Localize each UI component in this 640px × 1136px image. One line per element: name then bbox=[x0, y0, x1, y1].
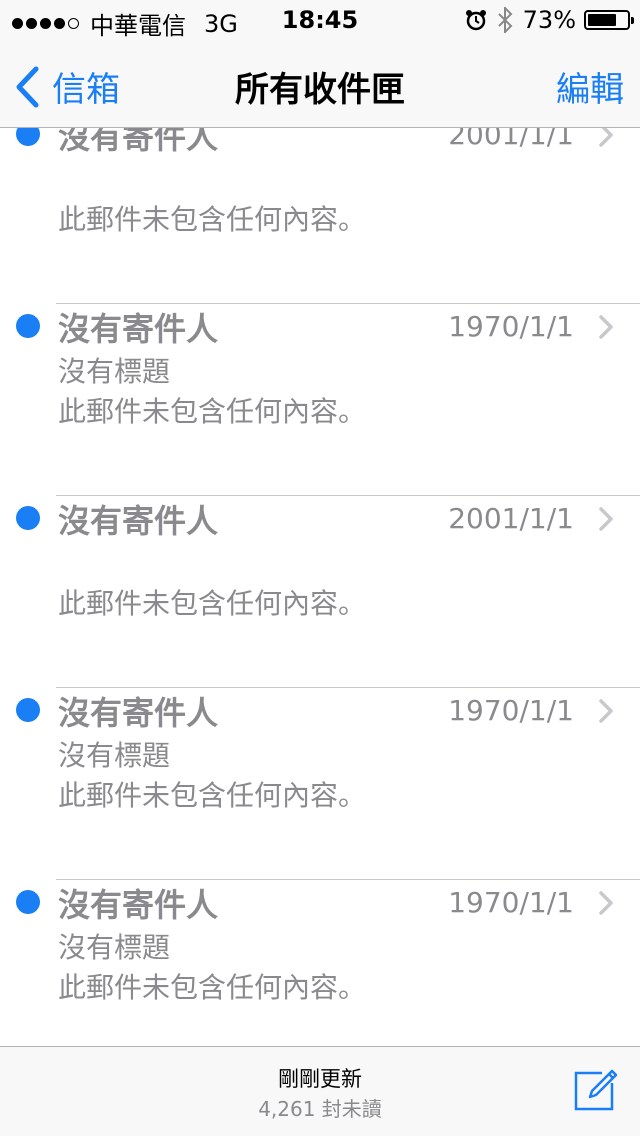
mail-list-item[interactable]: 沒有寄件人 2001/1/1 此郵件未包含任何內容。 bbox=[0, 128, 640, 304]
compose-icon[interactable] bbox=[572, 1067, 618, 1113]
battery-percent: 73% bbox=[522, 6, 576, 34]
chevron-right-icon bbox=[599, 891, 613, 915]
mail-list-item[interactable]: 沒有寄件人 1970/1/1 沒有標題 此郵件未包含任何內容。 bbox=[0, 880, 640, 1046]
chevron-right-icon bbox=[599, 128, 613, 147]
mail-sender: 沒有寄件人 bbox=[58, 502, 219, 540]
mail-sender: 沒有寄件人 bbox=[58, 128, 219, 156]
unread-indicator bbox=[16, 314, 40, 338]
mail-subject: 沒有標題 bbox=[58, 739, 171, 772]
chevron-right-icon bbox=[599, 699, 613, 723]
bluetooth-icon bbox=[497, 7, 513, 33]
updated-status: 剛剛更新 bbox=[278, 1067, 362, 1091]
battery-level bbox=[588, 14, 616, 26]
page-title: 所有收件匣 bbox=[235, 70, 405, 110]
navigation-bar: 信箱 所有收件匣 編輯 bbox=[0, 40, 640, 128]
alarm-clock-icon bbox=[465, 10, 486, 31]
status-right: 73% bbox=[465, 6, 634, 34]
battery-icon bbox=[584, 10, 634, 30]
status-bar: 中華電信 3G 18:45 73% bbox=[0, 0, 640, 40]
chevron-right-icon bbox=[599, 315, 613, 339]
mail-list-item[interactable]: 沒有寄件人 1970/1/1 沒有標題 此郵件未包含任何內容。 bbox=[0, 688, 640, 880]
mail-list-item[interactable]: 沒有寄件人 1970/1/1 沒有標題 此郵件未包含任何內容。 bbox=[0, 304, 640, 496]
mail-subject: 沒有標題 bbox=[58, 355, 171, 388]
mail-sender: 沒有寄件人 bbox=[58, 694, 219, 732]
mail-list[interactable]: 沒有寄件人 2001/1/1 此郵件未包含任何內容。 沒有寄件人 1970/1/… bbox=[0, 128, 640, 1046]
mail-date: 1970/1/1 bbox=[448, 886, 574, 919]
mail-subject: 沒有標題 bbox=[58, 931, 171, 964]
mail-preview: 此郵件未包含任何內容。 bbox=[58, 395, 367, 428]
bottom-toolbar: 剛剛更新 4,261 封未讀 bbox=[0, 1046, 640, 1136]
mail-list-item[interactable]: 沒有寄件人 2001/1/1 此郵件未包含任何內容。 bbox=[0, 496, 640, 688]
mail-date: 1970/1/1 bbox=[448, 310, 574, 343]
chevron-right-icon bbox=[599, 507, 613, 531]
unread-indicator bbox=[16, 890, 40, 914]
mail-preview: 此郵件未包含任何內容。 bbox=[58, 203, 367, 236]
unread-indicator bbox=[16, 506, 40, 530]
mail-preview: 此郵件未包含任何內容。 bbox=[58, 587, 367, 620]
mail-preview: 此郵件未包含任何內容。 bbox=[58, 971, 367, 1004]
mail-preview: 此郵件未包含任何內容。 bbox=[58, 779, 367, 812]
mail-date: 2001/1/1 bbox=[448, 502, 574, 535]
mail-date: 2001/1/1 bbox=[448, 128, 574, 151]
mail-date: 1970/1/1 bbox=[448, 694, 574, 727]
mail-sender: 沒有寄件人 bbox=[58, 310, 219, 348]
unread-indicator bbox=[16, 128, 40, 146]
unread-indicator bbox=[16, 698, 40, 722]
edit-button[interactable]: 編輯 bbox=[556, 62, 624, 111]
unread-count: 4,261 封未讀 bbox=[258, 1097, 382, 1121]
mail-sender: 沒有寄件人 bbox=[58, 886, 219, 924]
